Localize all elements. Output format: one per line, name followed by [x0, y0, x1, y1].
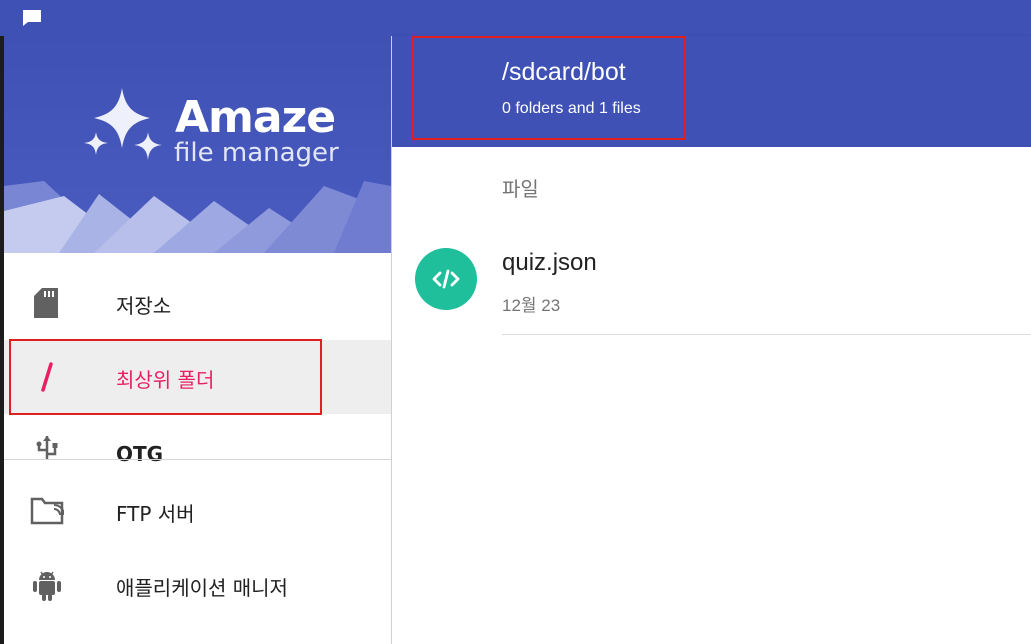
section-header-files: 파일	[502, 179, 539, 201]
nav-item-ftp-server[interactable]: FTP 서버	[4, 474, 391, 548]
sparkle-logo-icon	[84, 88, 162, 160]
row-divider	[502, 334, 1031, 335]
message-icon	[23, 10, 41, 26]
nav-item-app-manager[interactable]: 애플리케이션 매니저	[4, 548, 391, 622]
file-name: quiz.json	[502, 249, 597, 276]
status-bar	[0, 0, 1031, 36]
nav-item-label: FTP 서버	[116, 502, 195, 526]
drawer-header: Amaze file manager	[4, 36, 391, 253]
highlight-box-root-folder	[9, 339, 322, 415]
drawer-divider	[4, 459, 391, 460]
nav-item-storage[interactable]: 저장소	[4, 266, 391, 340]
app-logo-subtitle: file manager	[174, 138, 339, 168]
file-date: 12월 23	[502, 296, 561, 315]
file-row[interactable]: quiz.json 12월 23	[391, 237, 1031, 335]
file-list: 파일 quiz.json 12월 23	[391, 147, 1031, 644]
code-icon[interactable]	[415, 248, 477, 310]
usb-icon	[30, 432, 64, 466]
android-icon	[30, 568, 64, 602]
nav-item-label: 애플리케이션 매니저	[116, 576, 288, 600]
highlight-box-path	[412, 36, 686, 140]
ftp-folder-icon	[30, 494, 64, 528]
app-logo-title: Amaze	[175, 92, 336, 143]
sd-card-icon	[30, 286, 64, 320]
nav-item-label: 저장소	[116, 294, 172, 318]
nav-item-label: OTG	[116, 442, 164, 466]
